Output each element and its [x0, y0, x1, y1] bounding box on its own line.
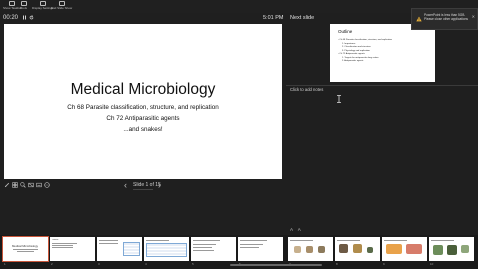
thumb-title: Outline	[52, 239, 59, 241]
next-slide-item: 2. Antiparasitic agents	[342, 60, 364, 62]
notification-text: PowerPoint is less than 5GB. Please clos…	[424, 13, 468, 21]
show-taskbar-button[interactable]: Show Taskbar	[3, 1, 22, 13]
thumb-image	[318, 246, 325, 253]
slide-subtitle-line: Ch 72 Antiparasitic agents	[106, 115, 180, 122]
previous-slide-icon[interactable]: ‹	[124, 180, 127, 190]
thumb-image	[406, 244, 422, 254]
thumb-number: 8	[336, 262, 338, 266]
thumb-image	[386, 244, 402, 254]
slide-thumbnail[interactable]: 5	[191, 237, 236, 266]
thumb-text-line	[240, 247, 259, 248]
thumb-text-line	[240, 240, 267, 241]
see-all-slides-icon[interactable]	[12, 182, 18, 188]
thumb-text-line	[290, 240, 313, 241]
text-cursor-icon	[337, 95, 341, 103]
next-slide-title: Outline	[338, 29, 353, 34]
pause-icon[interactable]	[22, 15, 27, 20]
thumb-table	[146, 243, 187, 257]
thumb-text-line	[431, 240, 454, 241]
next-slide-item: 1. Targets for antiparasitic drug action	[342, 56, 379, 59]
more-options-icon[interactable]	[44, 182, 50, 188]
slide-progress-track	[133, 189, 153, 190]
thumb-title: Medical Microbiology	[11, 244, 39, 248]
subtitles-icon[interactable]	[36, 182, 42, 188]
thumb-number: 2	[51, 262, 53, 266]
notification-toast[interactable]: PowerPoint is less than 5GB. Please clos…	[411, 8, 478, 30]
thumb-text-line	[99, 243, 118, 244]
thumb-number: 4	[145, 262, 147, 266]
thumb-text-line	[193, 247, 212, 248]
slide-subtitle-line: Ch 68 Parasite classification, structure…	[67, 104, 219, 111]
next-slide-item: • Ch 72 Antiparasitic agents	[338, 53, 365, 55]
pen-icon[interactable]	[4, 182, 10, 188]
close-icon[interactable]: ✕	[472, 14, 475, 19]
thumb-text-line	[99, 240, 118, 241]
notes-area[interactable]: Click to add notes	[290, 87, 323, 92]
thumb-text-line	[193, 240, 220, 241]
current-time: 5:01 PM	[263, 15, 284, 21]
next-slide-preview[interactable]: Outline • Ch 68 Parasite classification,…	[330, 24, 435, 82]
warning-icon	[416, 16, 422, 22]
slide-thumbnail[interactable]: 9	[382, 237, 427, 266]
presenter-toolbar: Show Taskbar Tools Display Settings End …	[0, 0, 478, 13]
slide-title: Medical Microbiology	[70, 81, 216, 98]
restart-icon[interactable]	[29, 15, 34, 20]
thumb-image	[461, 245, 469, 253]
thumb-number: 1	[4, 262, 6, 266]
thumb-number: 10	[430, 262, 434, 266]
zoom-icon[interactable]	[20, 182, 26, 188]
next-slide-item: • Ch 68 Parasite classification, structu…	[338, 39, 393, 41]
thumb-image	[353, 244, 362, 253]
thumb-text-line	[52, 247, 73, 248]
thumb-image	[447, 245, 457, 255]
thumb-number: 9	[383, 262, 385, 266]
slide-thumbnail[interactable]: 4	[144, 237, 189, 266]
thumb-text-line	[337, 240, 360, 241]
thumb-number: 5	[192, 262, 194, 266]
thumb-text-line	[193, 244, 216, 245]
slide-thumbnail[interactable]: Outline 2	[50, 237, 95, 266]
tools-button[interactable]: Tools	[20, 1, 27, 13]
thumb-image	[339, 244, 348, 253]
thumb-image	[306, 246, 313, 253]
thumb-text-line	[240, 244, 263, 245]
thumb-text-line	[146, 240, 169, 241]
next-slide-item: 3. Physiology and replication	[342, 49, 370, 52]
thumb-text-line	[52, 243, 77, 244]
thumbnail-scrollbar[interactable]	[230, 264, 322, 266]
thumb-image	[433, 245, 443, 255]
next-slide-icon[interactable]: ›	[158, 180, 161, 190]
current-slide[interactable]: Medical Microbiology Ch 68 Parasite clas…	[4, 24, 282, 179]
next-slide-label: Next slide	[290, 15, 315, 21]
elapsed-timer: 00:20	[3, 15, 19, 21]
thumb-image	[294, 246, 301, 253]
end-slide-show-button[interactable]: End Slide Show	[51, 1, 72, 13]
thumb-number: 3	[98, 262, 100, 266]
black-screen-icon[interactable]	[28, 182, 34, 188]
slide-thumbnail[interactable]: 8	[335, 237, 380, 266]
thumb-text-line	[17, 251, 34, 252]
slide-thumbnail[interactable]: 6	[238, 237, 283, 266]
notes-font-size-controls[interactable]: A A	[290, 227, 303, 232]
slide-thumbnail[interactable]: 3	[97, 237, 142, 266]
slide-thumbnail[interactable]: 7	[288, 237, 333, 266]
thumb-text-line	[384, 240, 407, 241]
next-slide-item: 2. Classification and structure	[342, 46, 371, 48]
slide-thumbnail[interactable]: 10	[429, 237, 474, 266]
next-slide-item: 1. Importance	[342, 42, 356, 45]
thumb-table	[123, 242, 140, 256]
slide-counter[interactable]: Slide 1 of 15	[133, 182, 161, 188]
slide-subtitle-line: ...and snakes!	[123, 126, 163, 133]
slide-tools	[4, 182, 50, 190]
slide-thumbnail[interactable]: Medical Microbiology 1	[2, 236, 49, 266]
thumb-text-line	[193, 250, 214, 251]
panel-divider[interactable]	[286, 85, 478, 86]
thumb-text-line	[52, 245, 73, 246]
thumb-image	[367, 247, 373, 253]
thumb-text-line	[13, 249, 38, 250]
